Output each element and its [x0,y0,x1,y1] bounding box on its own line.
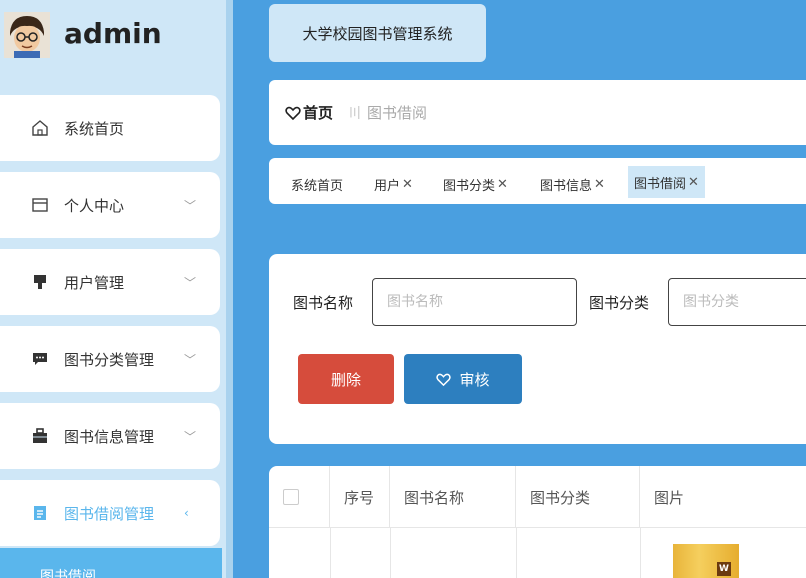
breadcrumb-current: 图书借阅 [367,104,428,122]
search-panel: 图书名称 图书分类 删除 审核 [269,254,806,444]
category-input[interactable] [668,278,806,326]
breadcrumb-separator: 〣 [347,104,363,122]
chevron-down-icon: ﹀ [184,352,197,367]
audit-button[interactable]: 审核 [404,354,522,404]
chevron-down-icon: ﹀ [184,275,197,290]
sidebar-item-label: 用户管理 [64,273,125,292]
column-divider [390,528,391,578]
select-all-cell [269,466,330,528]
sidebar-item-home[interactable]: 系统首页 [0,95,220,161]
close-icon[interactable]: ✕ [688,175,699,190]
column-header: 图片 [654,488,685,507]
briefcase-icon [30,426,50,446]
tag-label: 系统首页 [291,178,344,194]
sidebar-item-label: 图书借阅管理 [64,504,155,523]
chevron-down-icon: ﹀ [184,429,197,444]
sidebar-item-profile[interactable]: 个人中心 ﹀ [0,172,220,238]
book-name-label: 图书名称 [293,294,354,312]
sidebar-item-label: 系统首页 [64,119,125,138]
chat-icon [30,349,50,369]
column-divider [516,528,517,578]
heart-icon [436,373,452,386]
tag-users[interactable]: 用户 ✕ [374,174,413,204]
column-header: 序号 [330,466,390,528]
brand: admin [0,0,226,70]
tag-home[interactable]: 系统首页 [291,174,343,204]
column-header: 图书分类 [516,466,640,528]
close-icon[interactable]: ✕ [497,177,508,192]
close-icon[interactable]: ✕ [594,177,605,192]
table-header: 序号 图书名称 图书分类 图片 [269,466,806,528]
sidebar-item-label: 个人中心 [64,196,125,215]
select-all-checkbox[interactable] [283,489,299,505]
delete-button[interactable]: 删除 [298,354,394,404]
tag-borrow[interactable]: 图书借阅 ✕ [628,166,705,198]
sidebar-item-label: 图书分类管理 [64,350,155,369]
heart-icon [285,106,301,120]
tags-bar: 系统首页 用户 ✕ 图书分类 ✕ 图书信息 ✕ 图书借阅 ✕ [269,158,806,204]
category-label: 图书分类 [589,294,650,312]
breadcrumb-home[interactable]: 首页 [285,102,333,123]
sidebar-item-borrow[interactable]: 图书借阅管理 ‹ [0,480,220,546]
chevron-down-icon: ﹀ [184,198,197,213]
borrow-table: 序号 图书名称 图书分类 图片 W [269,466,806,578]
sidebar-item-users[interactable]: 用户管理 ﹀ [0,249,220,315]
sidebar-divider [226,0,233,578]
tag-label: 图书借阅 [634,176,687,192]
sidebar-item-category[interactable]: 图书分类管理 ﹀ [0,326,220,392]
tag-label: 图书信息 [540,178,593,194]
document-icon [30,503,50,523]
breadcrumb: 首页 〣 图书借阅 [269,80,806,145]
card-icon [30,195,50,215]
column-divider [640,528,641,578]
home-icon [30,118,50,138]
brand-name: admin [64,17,162,50]
sidebar: admin 系统首页 个人中心 ﹀ 用户管理 ﹀ 图书分类管理 ﹀ 图书信息管理… [0,0,233,578]
sidebar-subitem-label: 图书借阅 [40,569,96,578]
tag-label: 图书分类 [443,178,496,194]
app-title-tab[interactable]: 大学校园图书管理系统 [269,4,486,62]
sidebar-subitem-borrow[interactable]: 图书借阅 [0,548,222,578]
avatar-icon [4,12,50,58]
delete-button-label: 删除 [330,370,361,389]
sidebar-item-bookinfo[interactable]: 图书信息管理 ﹀ [0,403,220,469]
breadcrumb-home-label: 首页 [303,104,334,122]
column-header: 图书名称 [390,466,516,528]
book-name-input[interactable] [372,278,577,326]
tag-label: 用户 [374,178,401,194]
book-cover-mark: W [717,562,731,576]
user-manage-icon [30,272,50,292]
tag-category[interactable]: 图书分类 ✕ [443,174,508,204]
chevron-left-icon: ‹ [184,506,189,520]
sidebar-item-label: 图书信息管理 [64,427,155,446]
close-icon[interactable]: ✕ [402,177,413,192]
audit-button-label: 审核 [459,370,490,389]
column-divider [330,528,331,578]
tag-bookinfo[interactable]: 图书信息 ✕ [540,174,605,204]
